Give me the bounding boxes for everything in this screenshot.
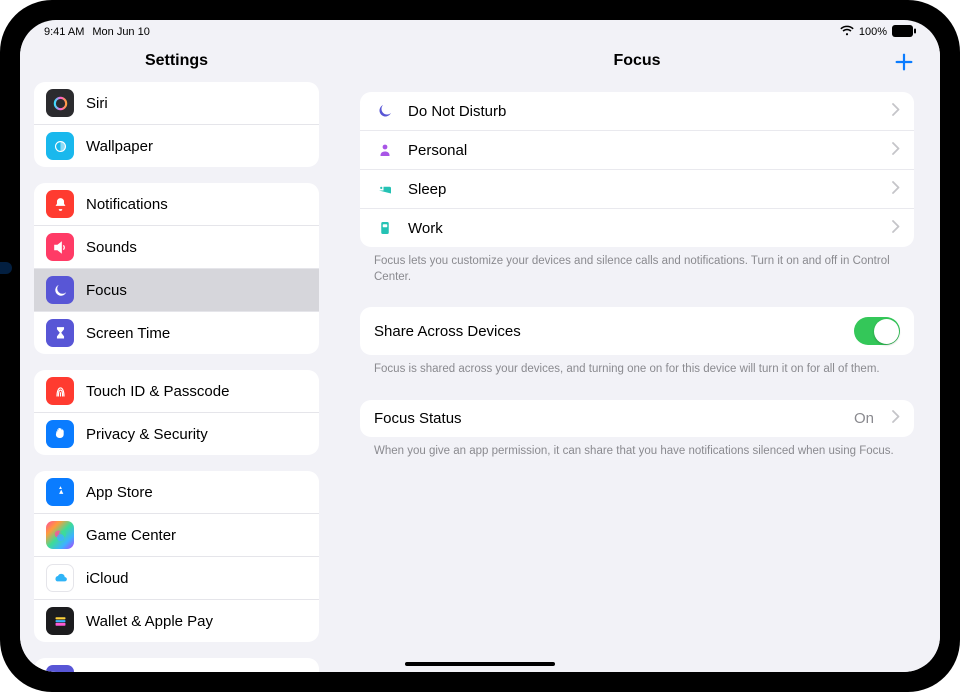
gamecenter-icon <box>46 521 74 549</box>
focus-status-group: Focus Status On <box>360 400 914 437</box>
wallpaper-icon <box>46 132 74 160</box>
sidebar-item-privacy-security[interactable]: Privacy & Security <box>34 412 319 455</box>
wallet-icon <box>46 607 74 635</box>
apps-icon <box>46 665 74 672</box>
sidebar-title: Settings <box>20 40 333 78</box>
sidebar-item-label: Screen Time <box>86 325 170 342</box>
bell-icon <box>46 190 74 218</box>
sidebar-item-label: Siri <box>86 95 108 112</box>
sidebar-item-app-store[interactable]: App Store <box>34 471 319 513</box>
focus-modes-group: Do Not Disturb Personal Sleep Work <box>360 92 914 247</box>
sidebar-item-label: Sounds <box>86 239 137 256</box>
focus-mode-label: Sleep <box>408 181 446 198</box>
touchid-icon <box>46 377 74 405</box>
device-frame: 9:41 AM Mon Jun 10 100% Settings Siri Wal… <box>0 0 960 692</box>
speaker-icon <box>46 233 74 261</box>
focus-mode-do-not-disturb[interactable]: Do Not Disturb <box>360 92 914 130</box>
share-group: Share Across Devices <box>360 307 914 355</box>
home-indicator[interactable] <box>405 662 555 666</box>
page-title: Focus <box>613 52 660 70</box>
chevron-right-icon <box>892 142 900 159</box>
status-bar: 9:41 AM Mon Jun 10 100% <box>20 20 940 40</box>
focus-status-label: Focus Status <box>374 410 462 427</box>
sidebar-item-label: Focus <box>86 282 127 299</box>
moon-icon <box>46 276 74 304</box>
sidebar-item-label: Touch ID & Passcode <box>86 383 229 400</box>
moon-icon <box>374 102 396 120</box>
share-label: Share Across Devices <box>374 323 521 340</box>
appstore-icon <box>46 478 74 506</box>
sidebar-item-notifications[interactable]: Notifications <box>34 183 319 225</box>
sidebar-item-siri[interactable]: Siri <box>34 82 319 124</box>
sidebar-item-label: App Store <box>86 484 153 501</box>
focus-mode-personal[interactable]: Personal <box>360 130 914 169</box>
bed-icon <box>374 180 396 198</box>
add-focus-button[interactable] <box>890 48 918 76</box>
person-icon <box>374 141 396 159</box>
focus-mode-sleep[interactable]: Sleep <box>360 169 914 208</box>
focus-mode-work[interactable]: Work <box>360 208 914 247</box>
focus-mode-label: Do Not Disturb <box>408 103 506 120</box>
sidebar-item-wallet-apple-pay[interactable]: Wallet & Apple Pay <box>34 599 319 642</box>
sidebar-item-screen-time[interactable]: Screen Time <box>34 311 319 354</box>
sidebar-item-label: Wallet & Apple Pay <box>86 613 213 630</box>
sidebar-item-label: Notifications <box>86 196 168 213</box>
screen-edge-glow <box>0 262 12 274</box>
chevron-right-icon <box>892 220 900 237</box>
sidebar-item-wallpaper[interactable]: Wallpaper <box>34 124 319 167</box>
detail-pane: Focus Do Not Disturb Personal Sleep Work Fo… <box>334 40 940 672</box>
badge-icon <box>374 219 396 237</box>
sidebar-item-label: iCloud <box>86 570 129 587</box>
sidebar-item-sounds[interactable]: Sounds <box>34 225 319 268</box>
wifi-icon <box>840 25 854 39</box>
sidebar-item-apps[interactable]: Apps <box>34 658 319 672</box>
battery-percent: 100% <box>859 26 887 38</box>
hand-icon <box>46 420 74 448</box>
cloud-icon <box>46 564 74 592</box>
modes-footer-note: Focus lets you customize your devices an… <box>360 247 914 285</box>
share-across-devices-row[interactable]: Share Across Devices <box>360 307 914 355</box>
sidebar: Settings Siri Wallpaper Notifications Sound… <box>20 40 334 672</box>
chevron-right-icon <box>892 103 900 120</box>
sidebar-item-label: Wallpaper <box>86 138 153 155</box>
sidebar-item-touch-id-passcode[interactable]: Touch ID & Passcode <box>34 370 319 412</box>
share-toggle[interactable] <box>854 317 900 345</box>
screen: 9:41 AM Mon Jun 10 100% Settings Siri Wal… <box>20 20 940 672</box>
focus-status-row[interactable]: Focus Status On <box>360 400 914 437</box>
status-date: Mon Jun 10 <box>92 26 149 38</box>
status-footer-note: When you give an app permission, it can … <box>360 437 914 460</box>
siri-icon <box>46 89 74 117</box>
sidebar-item-label: Game Center <box>86 527 176 544</box>
status-time: 9:41 AM <box>44 26 84 38</box>
hourglass-icon <box>46 319 74 347</box>
battery-icon <box>892 25 916 40</box>
sidebar-item-focus[interactable]: Focus <box>34 268 319 311</box>
focus-status-value: On <box>854 410 874 427</box>
focus-mode-label: Work <box>408 220 443 237</box>
chevron-right-icon <box>892 410 900 427</box>
sidebar-item-game-center[interactable]: Game Center <box>34 513 319 556</box>
chevron-right-icon <box>892 181 900 198</box>
sidebar-item-icloud[interactable]: iCloud <box>34 556 319 599</box>
sidebar-item-label: Privacy & Security <box>86 426 208 443</box>
share-footer-note: Focus is shared across your devices, and… <box>360 355 914 378</box>
focus-mode-label: Personal <box>408 142 467 159</box>
sidebar-item-label: Apps <box>86 671 120 673</box>
